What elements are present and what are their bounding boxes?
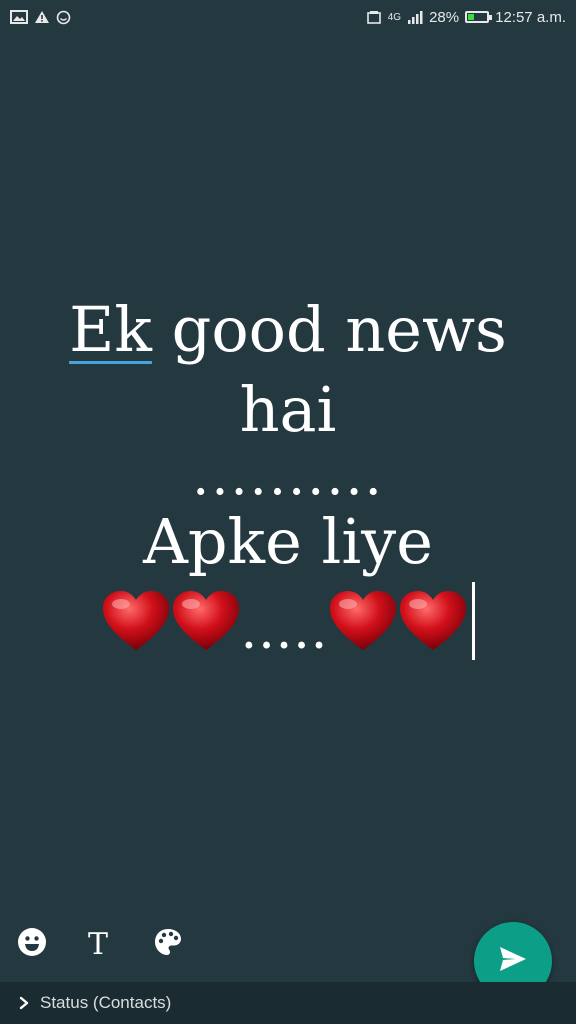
red-heart-icon <box>101 590 171 652</box>
battery-icon <box>465 11 493 23</box>
emoji-button[interactable] <box>14 926 50 962</box>
battery-percent: 28% <box>429 8 460 26</box>
text-style-button[interactable]: T <box>80 926 116 962</box>
status-bar: 4G 28% 12:57 a.m. <box>0 0 576 34</box>
warning-icon <box>34 10 50 24</box>
emoji-icon <box>17 927 47 962</box>
status-audience-label: Status (Contacts) <box>40 993 172 1012</box>
signal-icon <box>407 10 423 24</box>
network-type: 4G <box>387 11 402 23</box>
status-bar-left <box>10 10 71 25</box>
text-line-1-rest: good news <box>151 293 507 366</box>
status-audience-bar[interactable]: Status (Contacts) <box>0 982 576 1024</box>
text-line-5: ..... <box>0 582 576 661</box>
alarm-icon <box>366 10 382 24</box>
chevron-right-icon <box>18 996 30 1010</box>
underlined-word: Ek <box>69 293 152 366</box>
smiley-status-icon <box>56 10 71 25</box>
text-line-2: hai <box>239 373 337 446</box>
text-line-4: Apke liye <box>143 505 433 578</box>
heart-separator-dots: ..... <box>240 601 329 661</box>
status-text-editor[interactable]: Ek good news hai .......... Apke liye ..… <box>0 290 576 661</box>
red-heart-icon <box>328 590 398 652</box>
image-icon <box>10 10 28 24</box>
clock: 12:57 a.m. <box>495 8 566 26</box>
red-heart-icon <box>171 590 241 652</box>
text-line-1: Ek good news <box>0 290 576 370</box>
red-heart-icon <box>398 590 468 652</box>
text-cursor <box>472 582 476 660</box>
color-palette-button[interactable] <box>150 926 186 962</box>
text-line-3: .......... <box>192 444 384 507</box>
status-bar-right: 4G 28% 12:57 a.m. <box>366 9 566 26</box>
palette-icon <box>153 927 183 962</box>
send-icon <box>498 945 528 978</box>
